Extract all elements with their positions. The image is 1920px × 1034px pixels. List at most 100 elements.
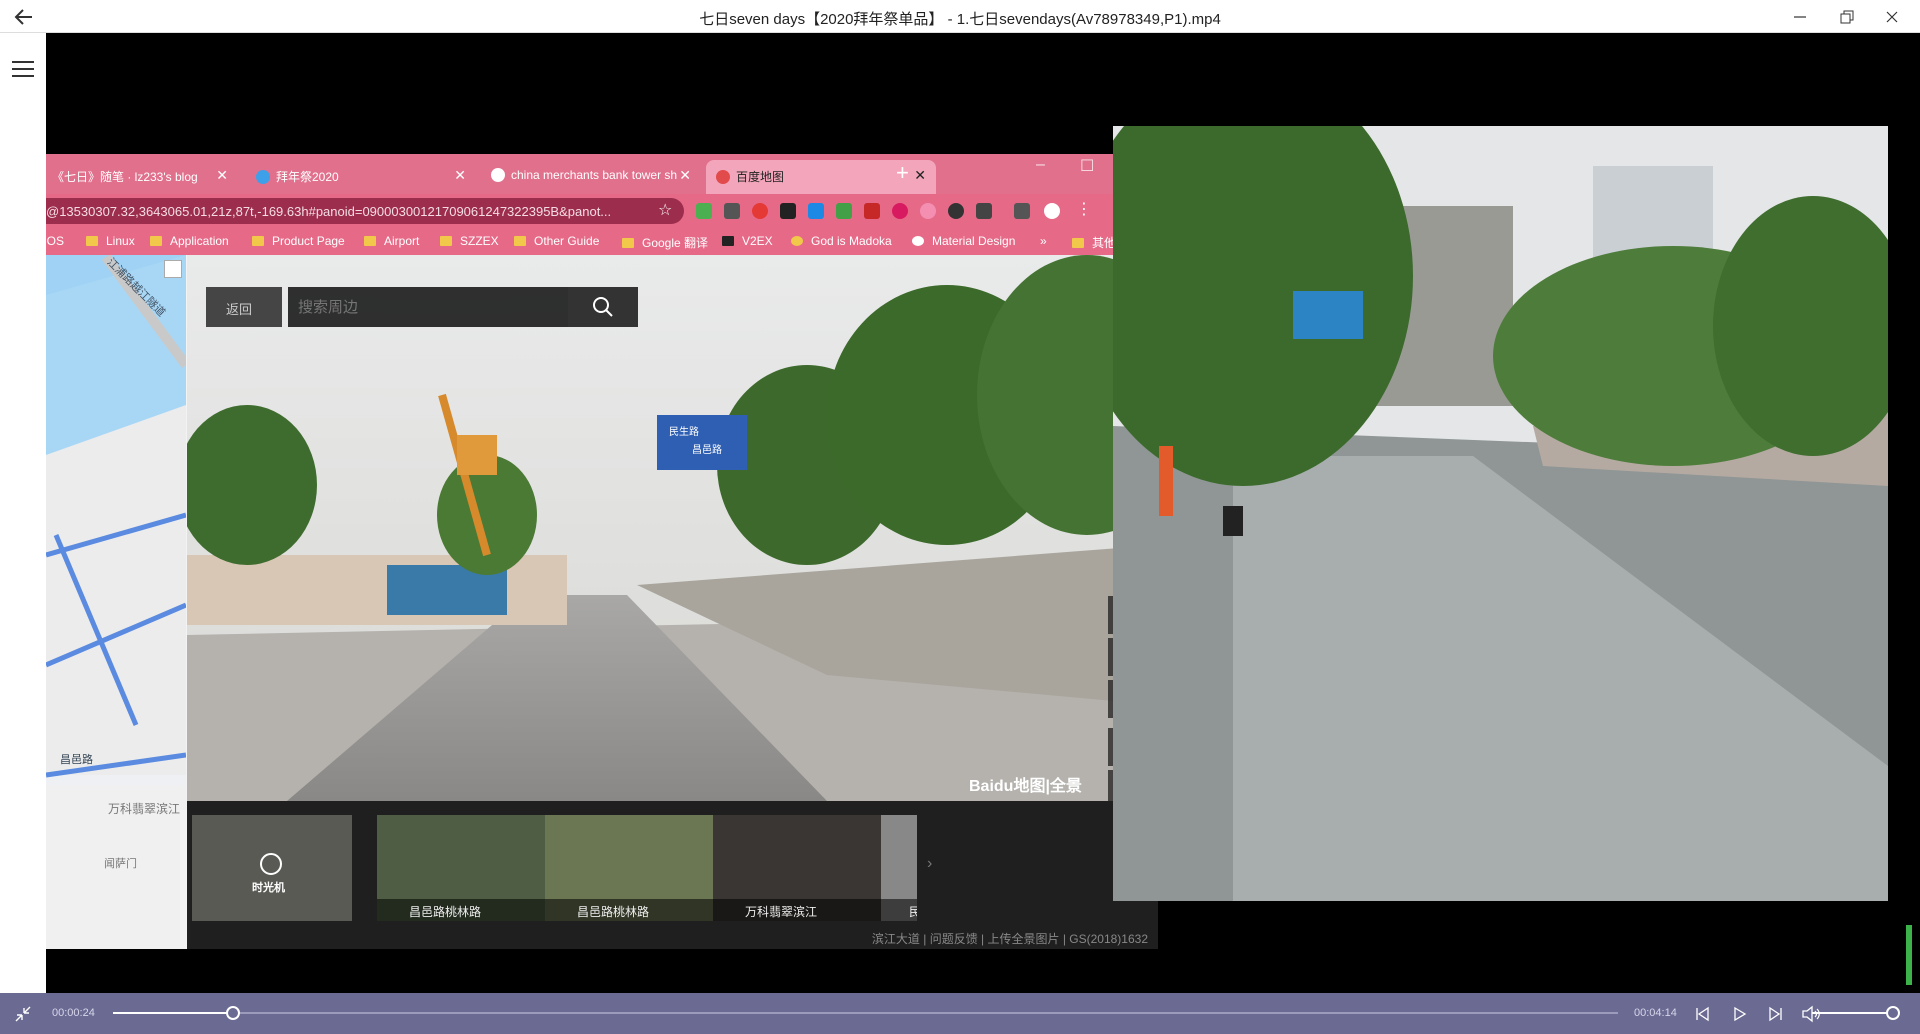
baidu-map-icon bbox=[716, 170, 730, 184]
left-strip bbox=[0, 33, 46, 993]
clock-icon bbox=[260, 853, 282, 875]
browser-tab-bar: 《七日》随笔 · lz233's blog ✕ 拜年祭2020 ✕ china me… bbox=[46, 154, 1158, 194]
previous-icon[interactable] bbox=[1691, 1003, 1713, 1025]
extension-icon bbox=[864, 203, 880, 219]
minimize-icon[interactable] bbox=[1780, 5, 1820, 29]
bookmark-item: SZZEX bbox=[440, 234, 499, 248]
seek-handle[interactable] bbox=[226, 1006, 241, 1020]
map-label: 昌邑路 bbox=[60, 754, 93, 766]
bilibili-icon bbox=[256, 170, 270, 184]
map-search: 返回 bbox=[206, 287, 638, 327]
extension-icon bbox=[808, 203, 824, 219]
play-icon[interactable] bbox=[1728, 1003, 1750, 1025]
map-label: 闻萨门 bbox=[104, 858, 137, 870]
bookmark-item: V2EX bbox=[722, 234, 773, 248]
bookmark-label: Google 翻译 bbox=[642, 236, 709, 250]
road-sign-text: 民生路 bbox=[669, 425, 699, 438]
tab-close-icon: ✕ bbox=[679, 167, 691, 183]
pano-thumb: 民 bbox=[881, 815, 917, 921]
browser-screenshot: 《七日》随笔 · lz233's blog ✕ 拜年祭2020 ✕ china me… bbox=[46, 154, 1158, 949]
tab-label: 拜年祭2020 bbox=[276, 170, 339, 184]
bookmark-item: Linux bbox=[86, 234, 135, 248]
bookmark-item: iOS bbox=[46, 234, 64, 248]
github-icon bbox=[912, 236, 924, 246]
extension-icon bbox=[948, 203, 964, 219]
extension-icon bbox=[836, 203, 852, 219]
tab-google-search: china merchants bank tower sh ✕ bbox=[481, 160, 701, 194]
bookmark-label: God is Madoka bbox=[811, 234, 892, 248]
address-bar: @13530307.32,3643065.01,21z,87t,-169.63h… bbox=[46, 194, 1158, 228]
tab-close-icon: ✕ bbox=[216, 167, 228, 183]
real-footage-scene bbox=[1113, 126, 1888, 901]
folder-icon bbox=[440, 236, 452, 246]
map-label: 万科翡翠滨江 bbox=[108, 802, 181, 816]
bookmark-label: V2EX bbox=[742, 234, 773, 248]
close-icon[interactable] bbox=[1872, 5, 1912, 29]
bookmark-item: Application bbox=[150, 234, 229, 248]
tab-close-icon: ✕ bbox=[454, 167, 466, 183]
folder-icon bbox=[86, 236, 98, 246]
folder-icon bbox=[252, 236, 264, 246]
folder-icon bbox=[364, 236, 376, 246]
bookmark-star-icon: ☆ bbox=[658, 202, 673, 219]
player-controls: 00:00:24 00:04:14 bbox=[0, 993, 1920, 1034]
star-icon bbox=[791, 236, 803, 246]
real-footage bbox=[1113, 126, 1888, 901]
bookmark-item: Google 翻译 bbox=[622, 234, 708, 251]
panorama-filmstrip: 时光机 昌邑路桃林路 昌邑路桃林路 万科翡翠滨江 民 › bbox=[187, 801, 1158, 949]
bookmark-label: iOS bbox=[46, 234, 65, 248]
bookmark-label: SZZEX bbox=[460, 234, 499, 248]
browser-menu-icon: ⋮ bbox=[1076, 201, 1092, 218]
bookmark-label: Other Guide bbox=[534, 234, 600, 248]
google-icon bbox=[491, 168, 505, 182]
baidu-logo: Baidu地图|全景 bbox=[969, 776, 1082, 795]
seek-progress bbox=[113, 1012, 234, 1014]
chevron-right-icon: › bbox=[927, 855, 933, 872]
restore-icon[interactable] bbox=[1826, 5, 1866, 29]
map-layer-icon bbox=[164, 260, 182, 278]
url-field: @13530307.32,3643065.01,21z,87t,-169.63h… bbox=[46, 198, 684, 224]
browser-minimize-icon: – bbox=[1036, 156, 1045, 173]
bookmark-label: Linux bbox=[106, 234, 135, 248]
tab-label: 《七日》随笔 · lz233's blog bbox=[52, 170, 198, 184]
next-icon[interactable] bbox=[1765, 1003, 1787, 1025]
bookmark-label: Airport bbox=[384, 234, 420, 248]
avatar bbox=[1044, 203, 1060, 219]
bookmark-label: Application bbox=[170, 234, 229, 248]
volume-icon[interactable] bbox=[1800, 1003, 1822, 1025]
bookmark-item: Airport bbox=[364, 234, 419, 248]
map-footer: 滨江大道 | 问题反馈 | 上传全景图片 | GS(2018)1632 bbox=[871, 932, 1148, 946]
search-back-button: 返回 bbox=[206, 287, 282, 327]
extension-icon bbox=[780, 203, 796, 219]
seek-bar[interactable] bbox=[113, 1006, 1618, 1020]
bookmark-label: Material Design bbox=[932, 234, 1016, 248]
audio-level-meter bbox=[1906, 925, 1912, 985]
bookmarks-bar: iOS Linux Application Product Page Airpo… bbox=[46, 228, 1158, 255]
exit-fullscreen-icon[interactable] bbox=[14, 1005, 32, 1023]
extension-icon bbox=[976, 203, 992, 219]
player-titlebar: 七日seven days【2020拜年祭单品】 - 1.七日sevendays(… bbox=[0, 0, 1920, 33]
bookmark-label: Product Page bbox=[272, 234, 345, 248]
browser-maximize-icon: ☐ bbox=[1080, 158, 1095, 175]
current-time: 00:00:24 bbox=[52, 1007, 95, 1019]
time-machine-label: 时光机 bbox=[252, 882, 285, 894]
road-sign-text: 昌邑路 bbox=[692, 443, 722, 456]
menu-icon[interactable] bbox=[12, 61, 34, 77]
volume-handle[interactable] bbox=[1886, 1006, 1900, 1020]
video-area[interactable]: 《七日》随笔 · lz233's blog ✕ 拜年祭2020 ✕ china me… bbox=[46, 33, 1920, 993]
time-machine-thumb: 时光机 bbox=[192, 815, 352, 921]
street-view-scene: 民生路 昌邑路 Baidu地图|全景 bbox=[187, 255, 1158, 801]
street-view: 民生路 昌邑路 Baidu地图|全景 bbox=[187, 255, 1158, 801]
new-tab-icon: + bbox=[896, 160, 909, 185]
map-graphic bbox=[46, 255, 186, 949]
bookmark-more: » bbox=[1040, 234, 1047, 248]
extension-icon bbox=[696, 203, 712, 219]
bookmark-item: Material Design bbox=[912, 234, 1015, 248]
folder-icon bbox=[1072, 238, 1084, 248]
map-panel: 江浦路越江隧道 昌邑路 万科翡翠滨江 闻萨门 bbox=[46, 255, 186, 949]
volume-slider[interactable] bbox=[1812, 1012, 1894, 1014]
tab-bainianji: 拜年祭2020 ✕ bbox=[246, 160, 476, 194]
search-icon bbox=[568, 287, 638, 327]
thumb-caption: 民 bbox=[881, 899, 917, 921]
extension-icon bbox=[1014, 203, 1030, 219]
